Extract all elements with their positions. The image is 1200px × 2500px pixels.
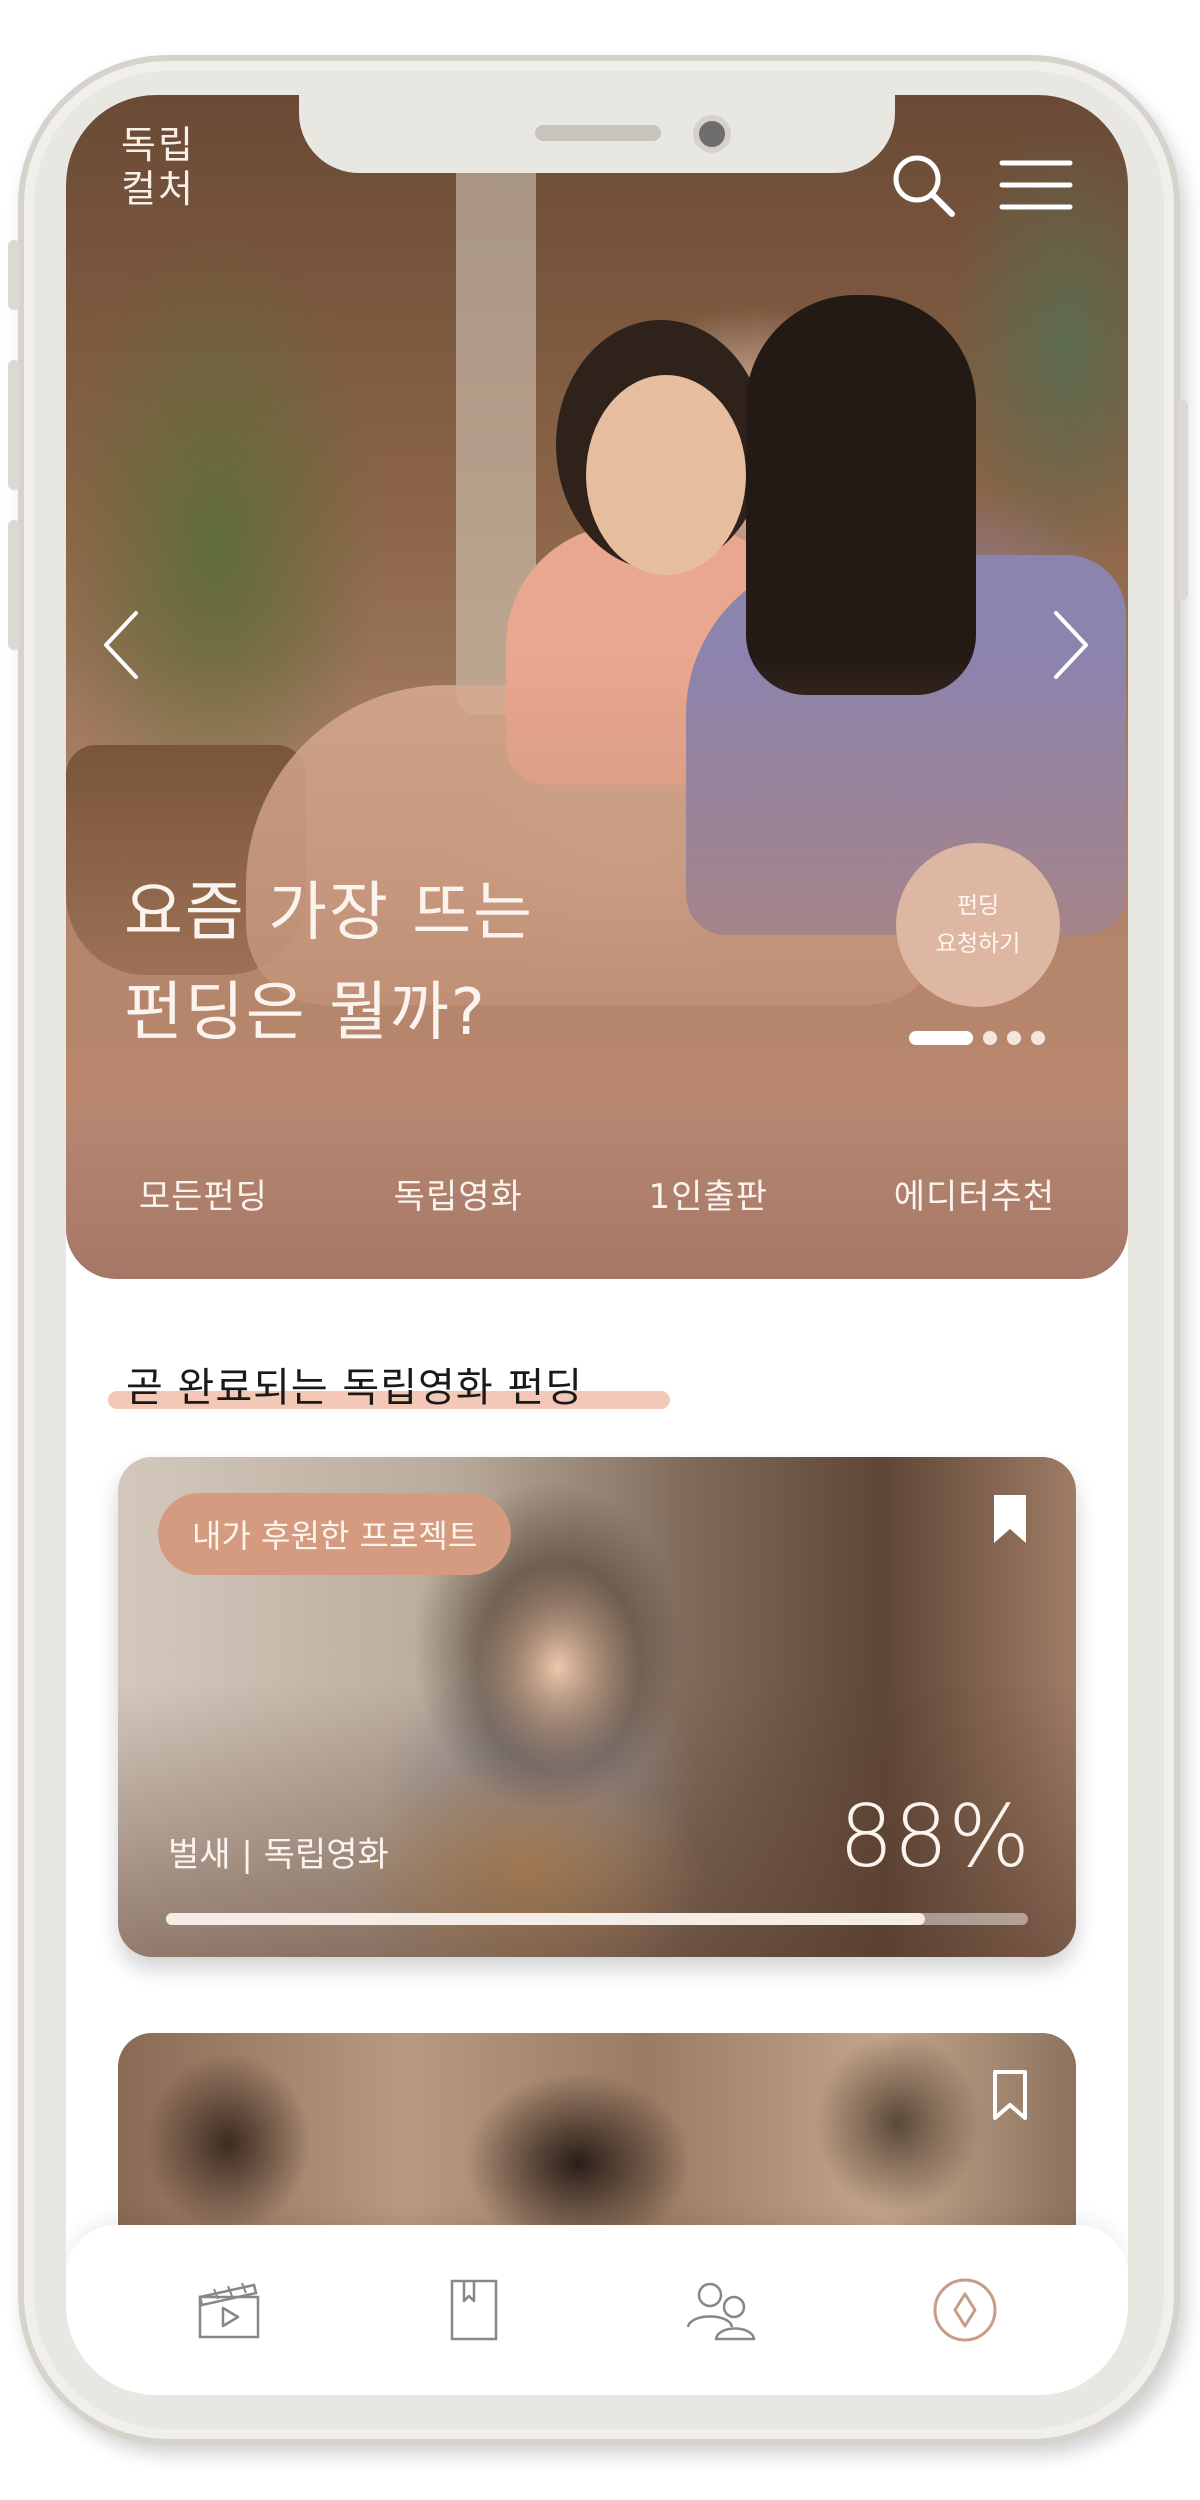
slide-indicator[interactable] [909,1030,1045,1046]
logo-line: 컬처 [121,167,195,211]
funding-request-button[interactable]: 펀딩 요청하기 [896,843,1060,1007]
nav-community-button[interactable] [680,2270,760,2350]
phone-side-button [8,360,20,490]
phone-side-button [8,520,20,650]
hero-title-line: 펀딩은 뭘까? [124,976,487,1050]
hero-title-line: 요즘 가장 뜨는 [124,876,534,950]
next-slide-icon[interactable] [1046,605,1096,685]
hero-image-figure [586,375,746,575]
funding-card[interactable]: 내가 후원한 프로젝트 벌새 | 독립영화 88% [118,1457,1076,1957]
hero-image-figure [746,295,976,695]
slide-dot[interactable] [1007,1031,1021,1045]
bookmark-filled-icon[interactable] [990,1493,1030,1547]
phone-side-button [1178,400,1188,600]
funding-progress-bar [166,1913,1028,1925]
app-logo[interactable]: 독립 컬처 [121,123,211,211]
funding-percent: 88% [838,1787,1030,1887]
front-camera [693,115,731,153]
slide-dot[interactable] [983,1031,997,1045]
nav-book-button[interactable] [434,2270,514,2350]
search-icon[interactable] [888,150,958,220]
slide-dot[interactable] [1031,1031,1045,1045]
funding-request-label: 요청하기 [935,931,1021,957]
phone-side-button [8,240,20,310]
category-self-publishing[interactable]: 1인출판 [649,1169,768,1218]
category-editor-picks[interactable]: 에디터추천 [894,1169,1055,1218]
film-icon [198,2282,259,2339]
slide-dot-active[interactable] [909,1031,973,1045]
funding-request-label: 펀딩 [956,893,1000,919]
backed-project-badge: 내가 후원한 프로젝트 [158,1493,512,1575]
app-screen: 독립 컬처 요즘 가장 뜨는 펀딩은 뭘까? 펀딩 요청하기 모든펀딩 독립영화… [66,95,1128,2395]
book-icon [451,2279,498,2341]
logo-line: 독립 [121,123,195,167]
bookmark-outline-icon[interactable] [990,2069,1030,2123]
card-title-category: 벌새 | 독립영화 [168,1835,389,1875]
category-all-funding[interactable]: 모든펀딩 [139,1169,268,1218]
nav-film-button[interactable] [189,2270,269,2350]
hero-banner[interactable]: 독립 컬처 요즘 가장 뜨는 펀딩은 뭘까? 펀딩 요청하기 [66,95,1128,1107]
funding-progress-fill [166,1913,925,1925]
prev-slide-icon[interactable] [96,605,146,685]
speaker-grille [535,125,661,141]
compass-icon [933,2278,997,2342]
bottom-navigation [66,2225,1128,2395]
nav-explore-button[interactable] [925,2270,1005,2350]
category-bar: 모든펀딩 독립영화 1인출판 에디터추천 [66,1107,1128,1279]
people-icon [686,2282,755,2341]
category-indie-film[interactable]: 독립영화 [394,1169,523,1218]
phone-notch [299,95,895,173]
hero-title: 요즘 가장 뜨는 펀딩은 뭘까? [124,863,534,1063]
menu-icon[interactable] [996,155,1076,215]
section-title: 곧 완료되는 독립영화 펀딩 [126,1365,583,1411]
